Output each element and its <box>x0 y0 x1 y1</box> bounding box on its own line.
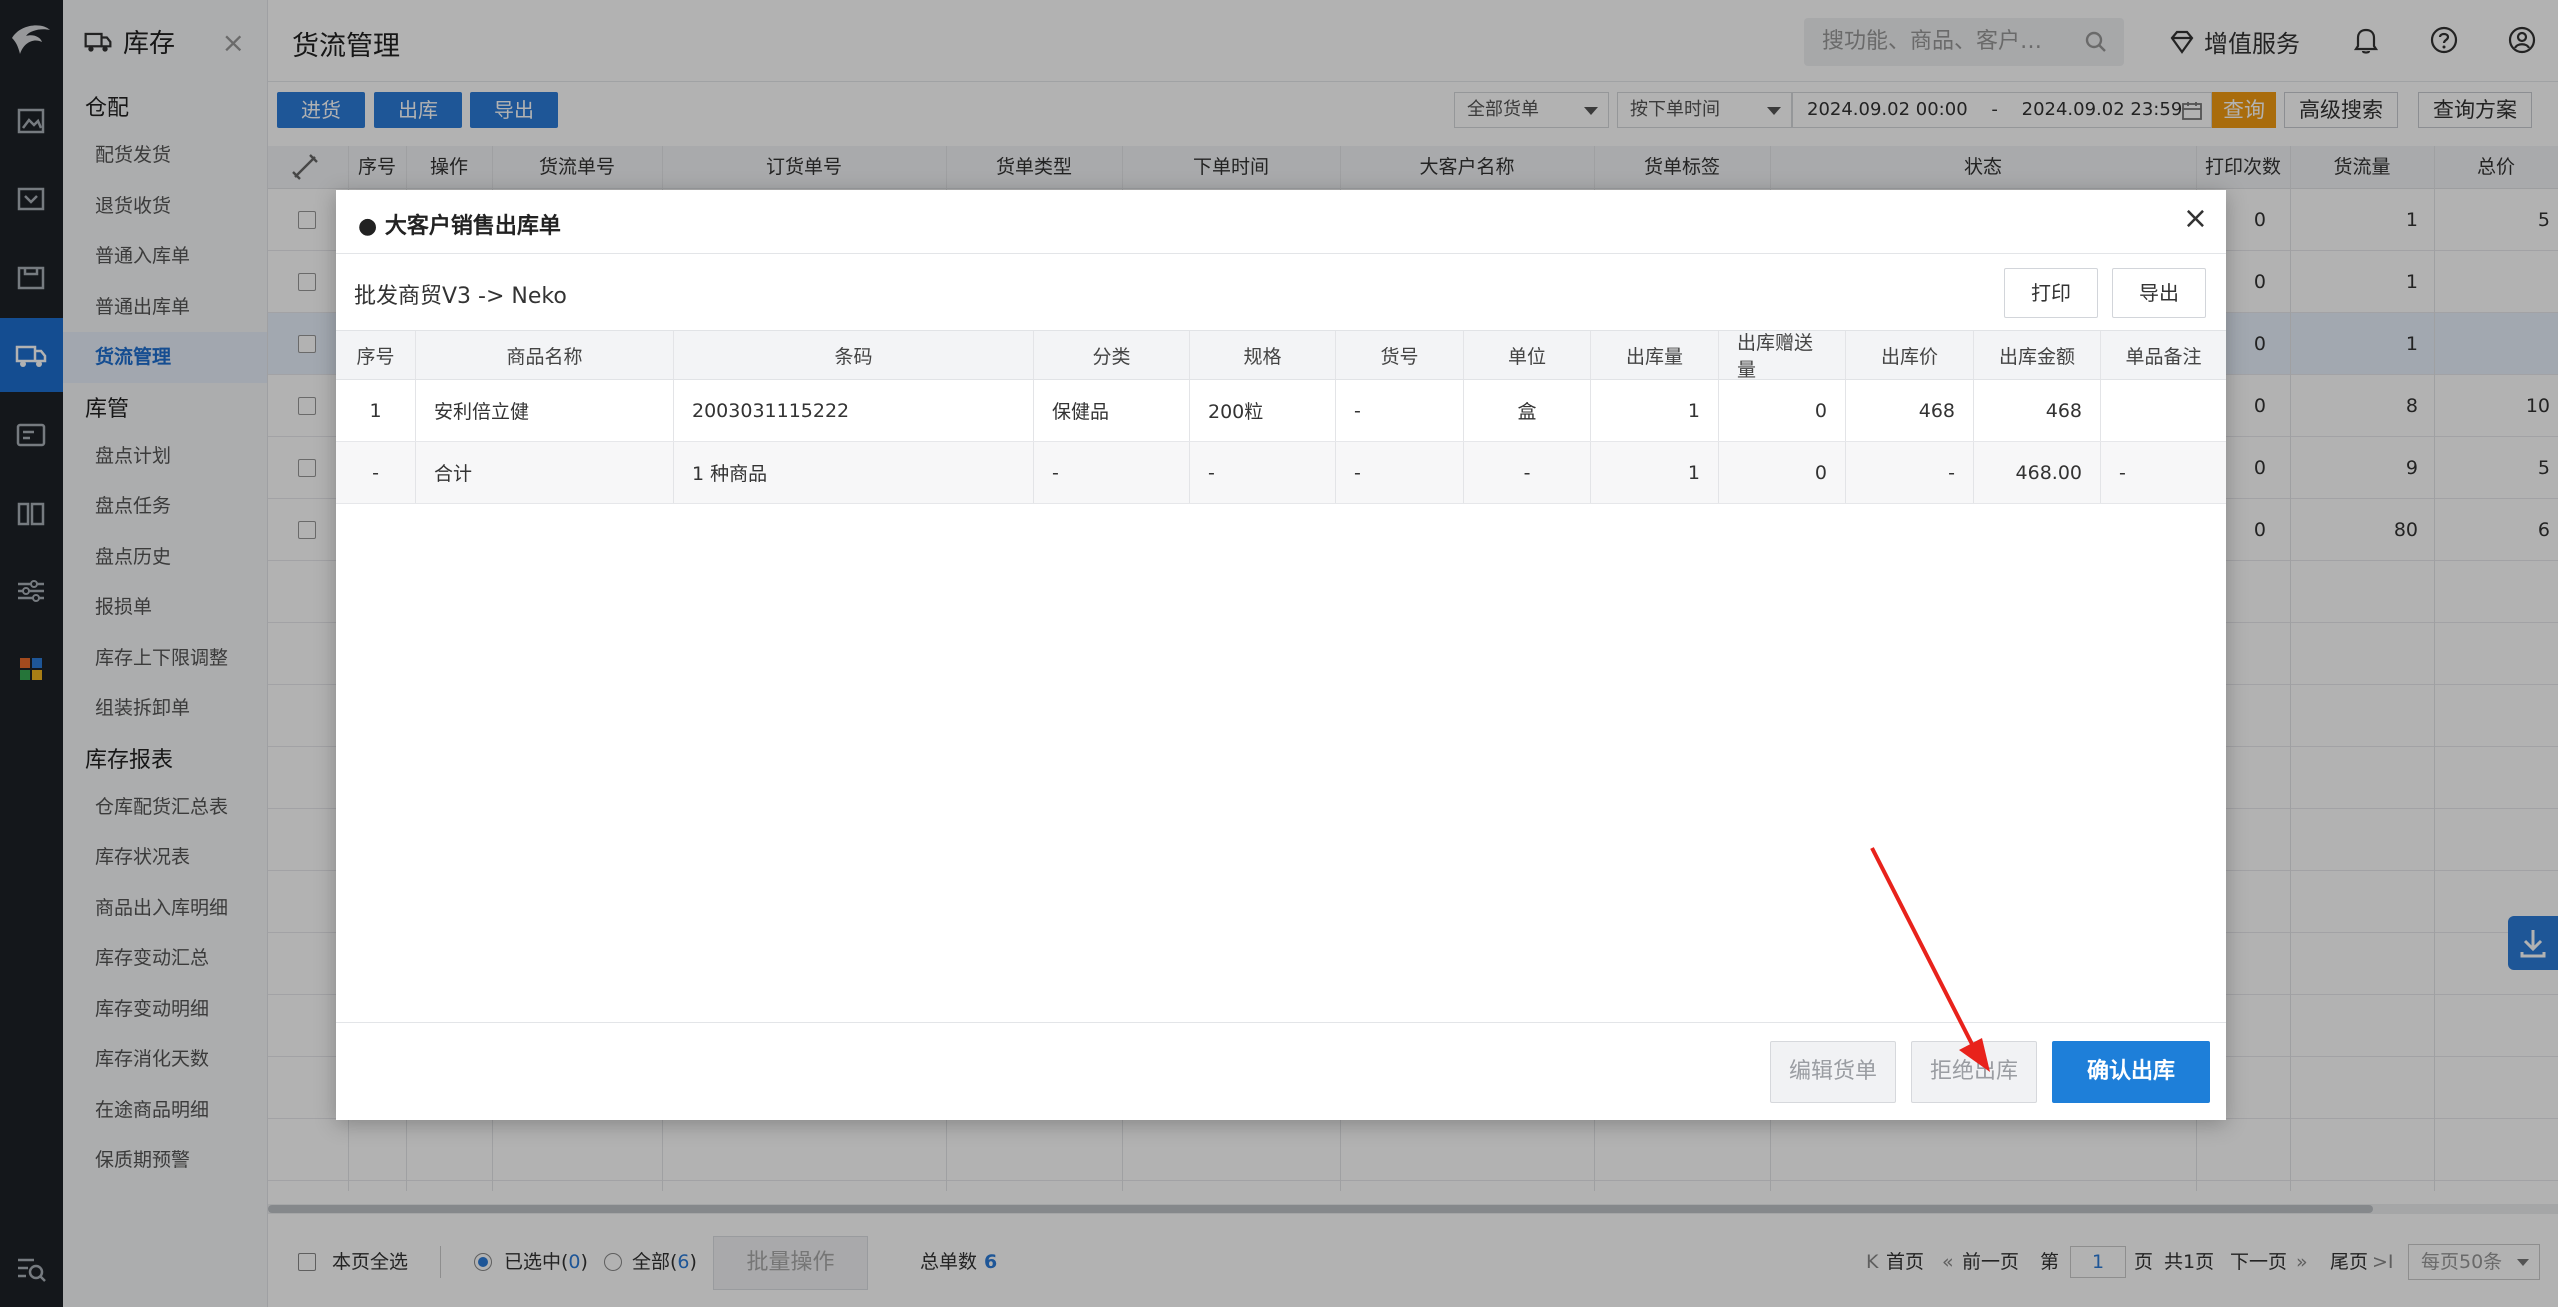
table-total-row: - 合计 1 种商品 - - - - 1 0 - 468.00 - <box>336 442 2226 504</box>
cell-out-qty: 1 <box>1591 380 1719 441</box>
cell-out-price: 468 <box>1846 380 1974 441</box>
dialog-title-text: 大客户销售出库单 <box>384 214 561 239</box>
col-header: 规格 <box>1190 331 1336 379</box>
cell-category: - <box>1034 442 1190 503</box>
table-header: 序号 商品名称 条码 分类 规格 货号 单位 出库量 出库赠送量 出库价 出库金… <box>336 330 2226 381</box>
col-header: 出库赠送量 <box>1719 331 1846 381</box>
edit-order-button[interactable]: 编辑货单 <box>1770 1041 1896 1103</box>
cell-remark[interactable] <box>2101 380 2226 441</box>
cell-out-amount: 468 <box>1974 380 2101 441</box>
close-dialog-button[interactable]: × <box>2183 204 2208 234</box>
cell-out-amount: 468.00 <box>1974 442 2101 503</box>
dialog-export-button[interactable]: 导出 <box>2112 268 2206 318</box>
dialog-title: ● 大客户销售出库单 <box>358 214 561 239</box>
cell-index: - <box>336 442 416 503</box>
cell-product-name: 安利倍立健 <box>416 380 674 441</box>
cell-out-qty: 1 <box>1591 442 1719 503</box>
dialog-header: ● 大客户销售出库单 × <box>336 190 2226 254</box>
dialog-footer: 编辑货单 拒绝出库 确认出库 <box>336 1022 2226 1120</box>
col-header: 出库价 <box>1846 331 1974 379</box>
cell-spec: 200粒 <box>1190 380 1336 441</box>
col-header: 序号 <box>336 331 416 379</box>
col-header: 货号 <box>1336 331 1464 379</box>
cell-gift-qty: 0 <box>1719 380 1846 441</box>
cell-product-name: 合计 <box>416 442 674 503</box>
cell-spec: - <box>1190 442 1336 503</box>
col-header: 出库金额 <box>1974 331 2101 379</box>
table-row[interactable]: 1 安利倍立健 2003031115222 保健品 200粒 - 盒 1 0 4… <box>336 380 2226 442</box>
cell-remark: - <box>2119 461 2126 484</box>
cell-barcode: 1 种商品 <box>674 442 1034 503</box>
cell-gift-qty: 0 <box>1719 442 1846 503</box>
cell-item-no: - <box>1336 442 1464 503</box>
cell-barcode: 2003031115222 <box>674 380 1034 441</box>
cell-item-no: - <box>1336 380 1464 441</box>
col-header: 商品名称 <box>416 331 674 379</box>
cell-unit: 盒 <box>1464 380 1591 441</box>
cell-index: 1 <box>336 380 416 441</box>
col-header: 单品备注 <box>2125 345 2202 368</box>
col-header: 单位 <box>1464 331 1591 379</box>
route-text: 批发商贸V3 -> Neko <box>354 284 567 309</box>
confirm-outbound-button[interactable]: 确认出库 <box>2052 1041 2210 1103</box>
reject-outbound-button[interactable]: 拒绝出库 <box>1911 1041 2037 1103</box>
col-header: 条码 <box>674 331 1034 379</box>
cell-category: 保健品 <box>1034 380 1190 441</box>
col-header: 分类 <box>1034 331 1190 379</box>
cell-unit: - <box>1464 442 1591 503</box>
col-header: 出库量 <box>1591 331 1719 379</box>
print-button[interactable]: 打印 <box>2004 268 2098 318</box>
cell-out-price: - <box>1846 442 1974 503</box>
sales-outbound-dialog: ● 大客户销售出库单 × 批发商贸V3 -> Neko 打印 导出 序号 商品名… <box>336 190 2226 1120</box>
